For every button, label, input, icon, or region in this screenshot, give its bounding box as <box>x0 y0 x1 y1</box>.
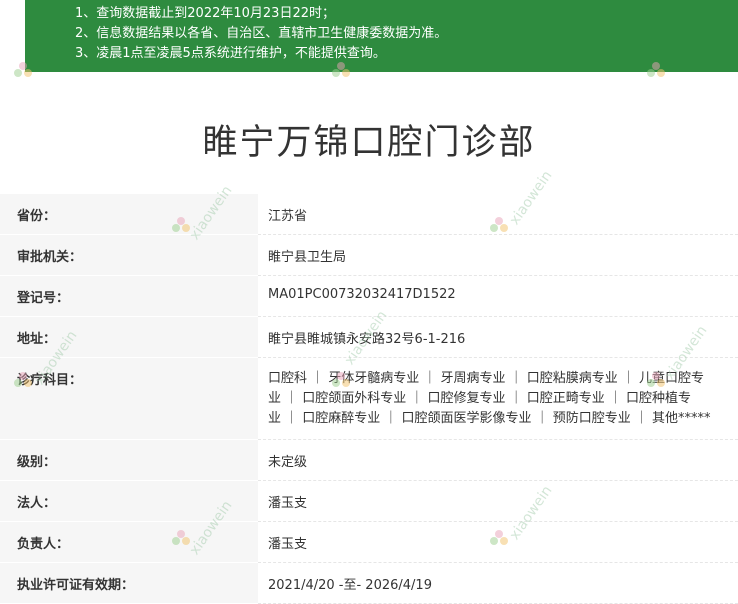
notice-banner: 1、查询数据截止到2022年10月23日22时； 2、信息数据结果以各省、自治区… <box>25 0 738 72</box>
label-level: 级别： <box>0 440 258 481</box>
label-person-in-charge: 负责人： <box>0 522 258 563</box>
label-address: 地址： <box>0 317 258 358</box>
value-level: 未定级 <box>258 440 738 481</box>
label-registration-number: 登记号： <box>0 276 258 317</box>
row-registration-number: 登记号： MA01PC00732032417D1522 <box>0 276 738 317</box>
row-province: 省份： 江苏省 <box>0 194 738 235</box>
value-person-in-charge: 潘玉支 <box>258 522 738 563</box>
info-table: 省份： 江苏省 审批机关： 睢宁县卫生局 登记号： MA01PC00732032… <box>0 194 738 604</box>
departments-line-1: 口腔科 ｜ 牙体牙髓病专业 ｜ 牙周病专业 ｜ 口腔粘膜病专业 ｜ 儿童口腔专 <box>268 371 705 386</box>
row-departments: 诊疗科目： 口腔科 ｜ 牙体牙髓病专业 ｜ 牙周病专业 ｜ 口腔粘膜病专业 ｜ … <box>0 358 738 440</box>
value-approval-authority: 睢宁县卫生局 <box>258 235 738 276</box>
row-approval-authority: 审批机关： 睢宁县卫生局 <box>0 235 738 276</box>
notice-line-1: 1、查询数据截止到2022年10月23日22时； <box>75 6 335 21</box>
value-province: 江苏省 <box>258 194 738 235</box>
label-province: 省份： <box>0 194 258 235</box>
row-person-in-charge: 负责人： 潘玉支 <box>0 522 738 563</box>
label-approval-authority: 审批机关： <box>0 235 258 276</box>
notice-line-3: 3、凌晨1点至凌晨5点系统进行维护，不能提供查询。 <box>75 46 386 61</box>
departments-line-2: 业 ｜ 口腔颌面外科专业 ｜ 口腔修复专业 ｜ 口腔正畸专业 ｜ 口腔种植专 <box>268 391 692 406</box>
row-legal-person: 法人： 潘玉支 <box>0 481 738 522</box>
notice-line-2: 2、信息数据结果以各省、自治区、直辖市卫生健康委数据为准。 <box>75 26 448 41</box>
value-address: 睢宁县睢城镇永安路32号6-1-216 <box>258 317 738 358</box>
label-legal-person: 法人： <box>0 481 258 522</box>
row-level: 级别： 未定级 <box>0 440 738 481</box>
page-title: 睢宁万锦口腔门诊部 <box>202 123 536 163</box>
value-legal-person: 潘玉支 <box>258 481 738 522</box>
row-address: 地址： 睢宁县睢城镇永安路32号6-1-216 <box>0 317 738 358</box>
value-departments: 口腔科 ｜ 牙体牙髓病专业 ｜ 牙周病专业 ｜ 口腔粘膜病专业 ｜ 儿童口腔专 … <box>258 358 738 440</box>
label-departments: 诊疗科目： <box>0 358 258 440</box>
value-registration-number: MA01PC00732032417D1522 <box>258 276 738 317</box>
departments-line-3: 业 ｜ 口腔麻醉专业 ｜ 口腔颌面医学影像专业 ｜ 预防口腔专业 ｜ 其他***… <box>268 411 711 426</box>
